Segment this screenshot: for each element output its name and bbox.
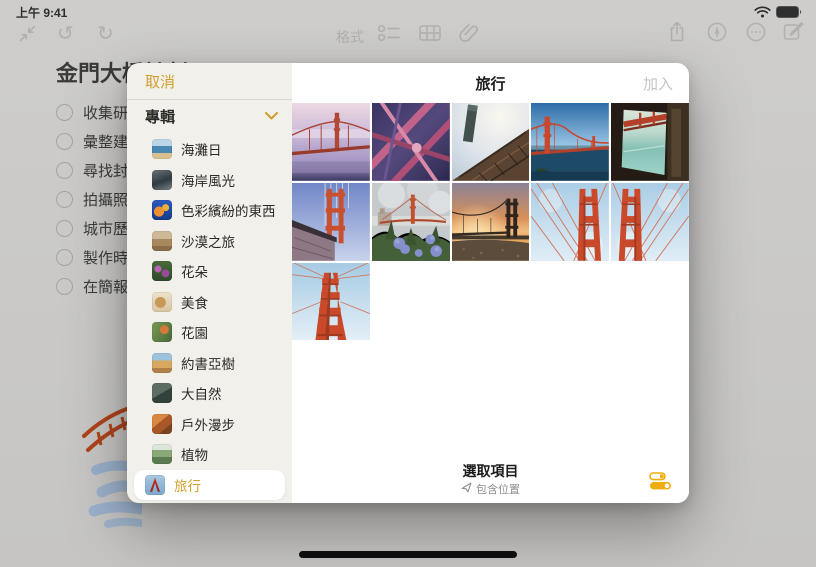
- album-thumbnail: [152, 139, 172, 159]
- album-name-label: 植物: [181, 444, 208, 464]
- options-toggles-icon[interactable]: [649, 472, 673, 490]
- markup-pen-icon[interactable]: [707, 22, 727, 47]
- compose-icon[interactable]: [783, 21, 804, 47]
- checkbox-circle-icon[interactable]: [56, 104, 73, 121]
- photo-bridge-underside-sky[interactable]: [452, 103, 530, 181]
- photo-bridge-with-flowers[interactable]: [372, 183, 450, 261]
- photo-sunset-silhouette[interactable]: [452, 183, 530, 261]
- album-list-item-garden[interactable]: 花園: [134, 317, 285, 348]
- album-name-label: 大自然: [181, 383, 222, 403]
- album-thumbnail: [152, 170, 172, 190]
- albums-section-title: 專輯: [145, 106, 265, 127]
- checkbox-circle-icon[interactable]: [56, 249, 73, 266]
- checkbox-circle-icon[interactable]: [56, 191, 73, 208]
- album-title: 旅行: [475, 73, 505, 94]
- photo-bridge-in-fog[interactable]: [292, 103, 370, 181]
- select-items-label: 選取項目: [461, 463, 520, 479]
- home-indicator[interactable]: [299, 551, 517, 558]
- wifi-icon: [754, 5, 771, 23]
- album-thumbnail: [152, 231, 172, 251]
- album-thumbnail: [152, 353, 172, 373]
- album-list-item-beach[interactable]: 海灘日: [134, 134, 285, 165]
- photo-tower-over-wall[interactable]: [292, 183, 370, 261]
- cancel-button[interactable]: 取消: [145, 71, 175, 92]
- album-name-label: 美食: [181, 292, 208, 312]
- undo-icon[interactable]: ↺: [57, 21, 74, 46]
- album-list-item-plants[interactable]: 植物: [134, 439, 285, 470]
- album-thumbnail: [152, 261, 172, 281]
- more-ellipsis-icon[interactable]: [746, 22, 766, 47]
- album-name-label: 花朵: [181, 261, 208, 281]
- share-icon[interactable]: [668, 21, 686, 47]
- album-list-item-flowers[interactable]: 花朵: [134, 256, 285, 287]
- photo-bridge-truss-closeup[interactable]: [372, 103, 450, 181]
- album-thumbnail: [145, 475, 165, 495]
- album-name-label: 色彩繽紛的東西: [181, 200, 276, 220]
- album-thumbnail: [152, 292, 172, 312]
- checkbox-circle-icon[interactable]: [56, 220, 73, 237]
- album-name-label: 海岸風光: [181, 170, 235, 190]
- photo-classic-bridge-view[interactable]: [531, 103, 609, 181]
- status-bar: 上午 9:41: [0, 0, 816, 20]
- picker-sidebar: 取消 專輯 海灘日 海岸風光 色彩繽紛的東西 沙漠之旅 花朵 美食 花園 約書亞…: [127, 63, 292, 503]
- add-button[interactable]: 加入: [643, 73, 673, 94]
- picker-main-pane: 旅行 加入 選取項目 包含位置: [292, 63, 689, 503]
- album-list-item-colorful[interactable]: 色彩繽紛的東西: [134, 195, 285, 226]
- format-button[interactable]: 格式: [336, 27, 364, 47]
- album-list-item-coast[interactable]: 海岸風光: [134, 165, 285, 196]
- album-list-item-outdoor[interactable]: 戶外漫步: [134, 409, 285, 440]
- chevron-down-icon[interactable]: [265, 107, 278, 125]
- collapse-note-icon[interactable]: [18, 24, 37, 48]
- redo-icon[interactable]: ↻: [97, 21, 114, 46]
- photo-picker-modal: 取消 專輯 海灘日 海岸風光 色彩繽紛的東西 沙漠之旅 花朵 美食 花園 約書亞…: [127, 63, 689, 503]
- photo-grid: [292, 103, 689, 340]
- checkbox-circle-icon[interactable]: [56, 162, 73, 179]
- album-thumbnail: [152, 414, 172, 434]
- screen: 上午 9:41 ↺ ↻ 格式 金門大橋計劃 收集研究: [0, 0, 816, 567]
- album-thumbnail: [152, 444, 172, 464]
- attachment-paperclip-icon[interactable]: [459, 22, 479, 48]
- photo-tower-cables-lookup-2[interactable]: [611, 183, 689, 261]
- photo-tower-from-below[interactable]: [292, 263, 370, 341]
- album-list-item-joshua[interactable]: 約書亞樹: [134, 348, 285, 379]
- include-location-label: 包含位置: [476, 481, 520, 497]
- album-list-item-travel[interactable]: 旅行: [134, 470, 285, 501]
- album-name-label: 沙漠之旅: [181, 231, 235, 251]
- checklist-icon[interactable]: [378, 25, 400, 46]
- album-thumbnail: [152, 383, 172, 403]
- album-name-label: 花園: [181, 322, 208, 342]
- album-list-item-food[interactable]: 美食: [134, 287, 285, 318]
- album-thumbnail: [152, 322, 172, 342]
- checkbox-circle-icon[interactable]: [56, 133, 73, 150]
- album-thumbnail: [152, 200, 172, 220]
- photo-tower-cables-lookup[interactable]: [531, 183, 609, 261]
- album-list: 海灘日 海岸風光 色彩繽紛的東西 沙漠之旅 花朵 美食 花園 約書亞樹 大自然 …: [127, 132, 292, 503]
- photo-bridge-through-window[interactable]: [611, 103, 689, 181]
- album-name-label: 旅行: [174, 475, 201, 495]
- table-icon[interactable]: [419, 25, 441, 46]
- clock: 上午 9:41: [16, 4, 67, 21]
- album-name-label: 海灘日: [181, 139, 222, 159]
- checkbox-circle-icon[interactable]: [56, 278, 73, 295]
- album-name-label: 戶外漫步: [181, 414, 235, 434]
- album-name-label: 約書亞樹: [181, 353, 235, 373]
- album-list-item-nature[interactable]: 大自然: [134, 378, 285, 409]
- location-arrow-icon: [461, 480, 472, 498]
- album-list-item-desert[interactable]: 沙漠之旅: [134, 226, 285, 257]
